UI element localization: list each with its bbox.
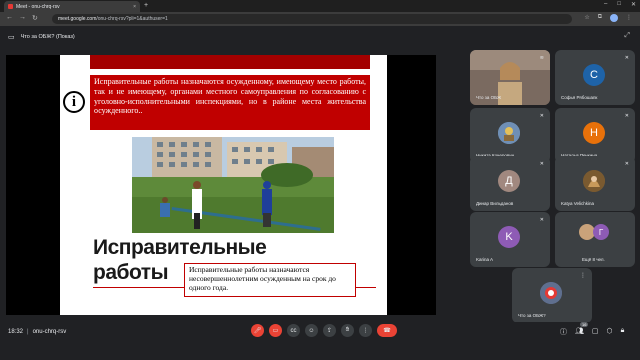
close-tab-icon[interactable]: × <box>133 4 136 10</box>
info-icon: i <box>63 91 85 113</box>
activities-icon[interactable]: ⬡ <box>607 327 613 337</box>
mic-icon: ≋ <box>539 55 544 61</box>
url-domain: meet.google.com <box>58 16 97 22</box>
bookmark-star-icon[interactable]: ☆ <box>584 14 589 22</box>
meeting-code: onu-chrq-rsv <box>32 329 67 335</box>
slide-photo <box>132 137 334 233</box>
people-icon[interactable]: 👥︎ <box>575 327 584 337</box>
avatar: Н <box>583 122 605 144</box>
tab-title: Meet - onu-chrq-rsv <box>16 3 60 10</box>
participant-tile[interactable]: ✕ Д Динар Вильданов <box>470 156 550 211</box>
participant-name: Софья Рябошапк <box>561 95 598 100</box>
minimize-icon[interactable]: – <box>604 1 607 8</box>
participant-count-badge: 16 <box>580 322 589 327</box>
participant-tile-self[interactable]: ≋ Что за ОБЖ <box>470 50 550 105</box>
captions-button[interactable]: cc <box>287 324 300 337</box>
mic-off-icon: ✕ <box>539 217 544 223</box>
avatar <box>583 170 605 192</box>
side-panel-controls: ⓘ 👥︎ ▢ ⬡ 🔒︎ <box>560 327 624 337</box>
url-path: /onu-chrq-rsv?pli=1&authuser=1 <box>96 16 168 22</box>
mic-off-icon: ✕ <box>624 113 629 119</box>
window-controls: – □ ✕ <box>604 1 636 8</box>
participant-tile-presenter[interactable]: ⋮ Что за ОБЖ? <box>512 268 592 323</box>
browser-tab[interactable]: Meet - onu-chrq-rsv × <box>4 1 140 12</box>
mic-off-icon: ✕ <box>539 161 544 167</box>
chat-icon[interactable]: ▢ <box>592 327 599 337</box>
presentation-label: Что за ОБЖ? (Показ) <box>20 34 75 40</box>
mic-toggle-button[interactable]: 🎤︎ <box>251 324 264 337</box>
profile-avatar[interactable] <box>610 14 618 22</box>
expand-icon[interactable]: ⤢ <box>624 32 630 40</box>
slide: Исправительные работы назначаются осужде… <box>60 55 387 315</box>
mic-off-icon: ✕ <box>539 113 544 119</box>
slide-top-band <box>90 55 370 69</box>
presentation-bar: ▭ Что за ОБЖ? (Показ) <box>0 28 640 46</box>
mic-off-icon: ✕ <box>624 161 629 167</box>
menu-icon[interactable]: ⋮ <box>626 14 632 22</box>
present-screen-icon: ▭ <box>8 34 15 41</box>
raise-hand-button[interactable]: ✋︎ <box>341 324 354 337</box>
participant-name: Что за ОБЖ <box>476 95 502 100</box>
camera-toggle-button[interactable]: ▭ <box>269 324 282 337</box>
avatar: K <box>498 226 520 248</box>
end-call-button[interactable]: ☎︎ <box>377 324 397 337</box>
participant-name: Динар Вильданов <box>476 201 514 206</box>
current-time: 18:32 <box>8 329 24 335</box>
participant-name: Katya Velichkina <box>561 201 595 206</box>
reload-icon[interactable]: ↻ <box>32 14 38 22</box>
avatar: Г <box>593 224 609 240</box>
participant-name: Karina A <box>476 257 494 262</box>
more-participants-label: Ещё 8 чел. <box>582 257 605 262</box>
meeting-details-icon[interactable]: ⓘ <box>560 327 567 337</box>
browser-right-controls: ☆ ⧉ ⋮ <box>584 14 632 22</box>
participant-tile-more[interactable]: Г Ещё 8 чел. <box>555 212 635 267</box>
meeting-info: 18:32 | onu-chrq-rsv <box>8 329 66 335</box>
participant-tile[interactable]: ✕ K Karina A <box>470 212 550 267</box>
nav-buttons: ← → ↻ <box>6 14 38 22</box>
forward-icon[interactable]: → <box>19 14 26 22</box>
mic-off-icon: ✕ <box>624 55 629 61</box>
participant-tile[interactable]: ✕ С Софья Рябошапк <box>555 50 635 105</box>
back-icon[interactable]: ← <box>6 14 13 22</box>
emoji-button[interactable]: ☺ <box>305 324 318 337</box>
avatar <box>498 122 520 144</box>
participant-tile[interactable]: ✕ Katya Velichkina <box>555 156 635 211</box>
avatar: С <box>583 64 605 86</box>
avatar: Д <box>498 170 520 192</box>
extensions-icon[interactable]: ⧉ <box>598 14 602 22</box>
url-field[interactable]: meet.google.com/onu-chrq-rsv?pli=1&authu… <box>52 14 572 24</box>
avatar <box>540 282 562 304</box>
slide-note-box: Исправительные работы назначаются несове… <box>184 263 356 297</box>
separator: | <box>27 329 29 335</box>
call-controls: 🎤︎ ▭ cc ☺ ⇪ ✋︎ ⋮ ☎︎ <box>251 324 397 337</box>
meet-favicon-icon <box>8 4 13 9</box>
participant-tile[interactable]: ✕ Никита Кочерович <box>470 108 550 163</box>
close-window-icon[interactable]: ✕ <box>631 1 636 8</box>
host-controls-icon[interactable]: 🔒︎ <box>621 327 625 337</box>
participant-name: Что за ОБЖ? <box>518 313 546 318</box>
info-text-box: Исправительные работы назначаются осужде… <box>90 75 370 130</box>
maximize-icon[interactable]: □ <box>617 1 621 8</box>
more-options-button[interactable]: ⋮ <box>359 324 372 337</box>
more-options-icon[interactable]: ⋮ <box>580 272 586 279</box>
participant-tile[interactable]: ✕ Н Наталья Печкина <box>555 108 635 163</box>
present-button[interactable]: ⇪ <box>323 324 336 337</box>
new-tab-button[interactable]: + <box>144 2 148 9</box>
